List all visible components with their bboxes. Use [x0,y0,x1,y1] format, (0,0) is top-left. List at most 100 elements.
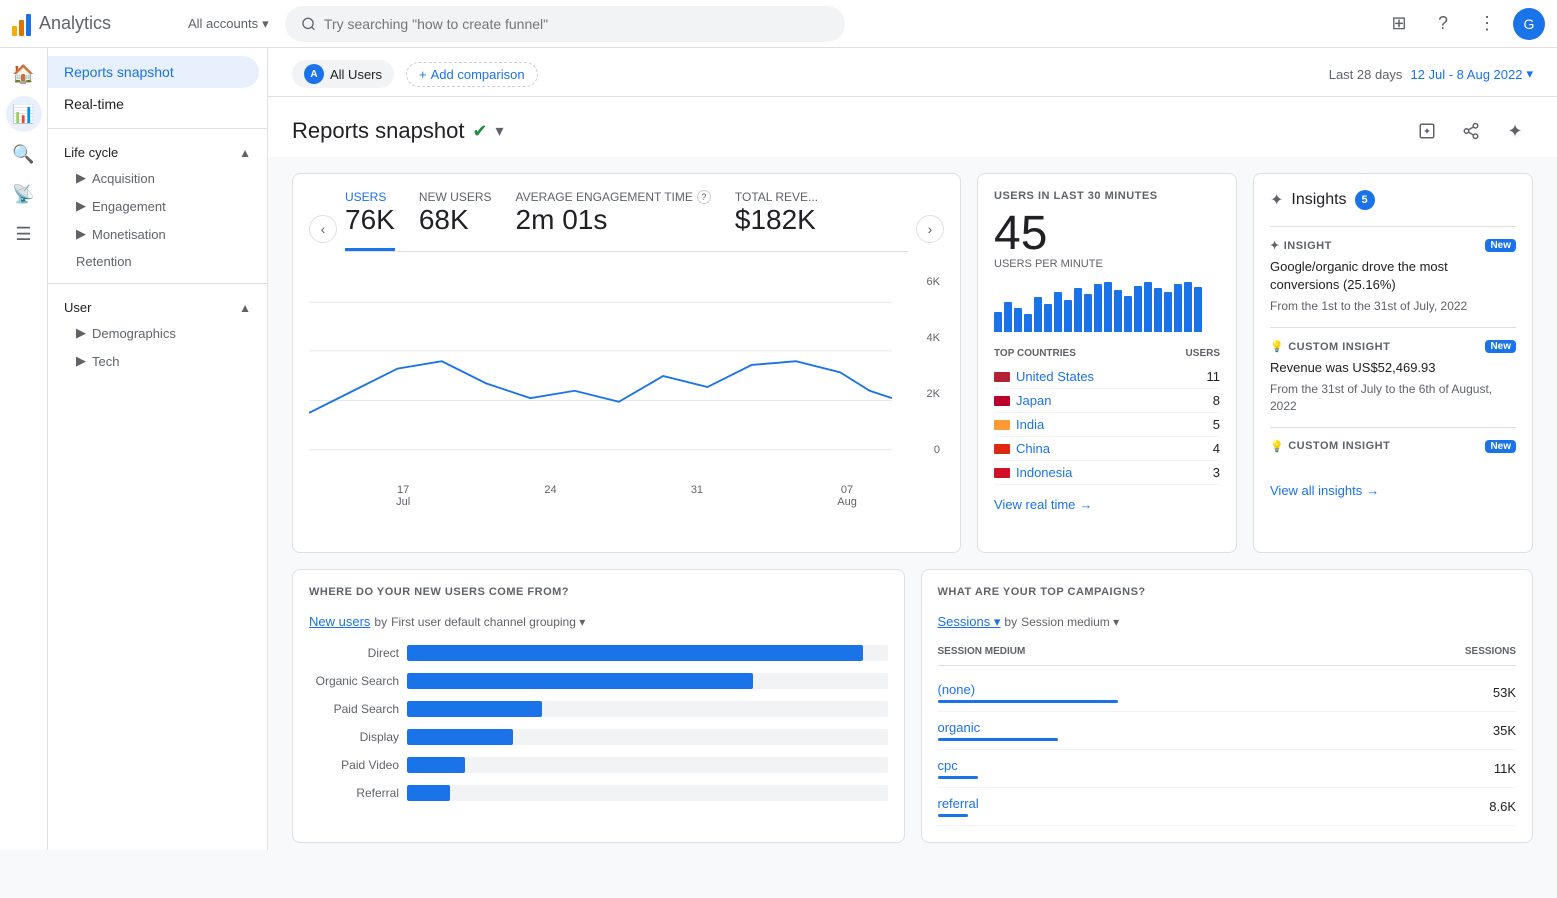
configure-icon[interactable]: ☰ [6,216,42,252]
mini-bar [1104,282,1112,332]
y-labels: 6K 4K 2K 0 [927,276,944,456]
sidebar-child-demographics[interactable]: ▶ Demographics [48,319,267,347]
insights-title: Insights [1291,191,1346,209]
insight-sub-0: From the 1st to the 31st of July, 2022 [1270,298,1516,315]
date-range-dropdown[interactable]: 12 Jul - 8 Aug 2022 ▾ [1410,66,1533,82]
mini-bar [1054,292,1062,332]
more-icon[interactable]: ⋮ [1469,6,1505,42]
display-bar [407,729,513,745]
metric-tab-engagement[interactable]: Average engagement time ? 2m 01s [516,190,711,251]
chevron-up-icon: ▲ [239,146,251,160]
advertising-icon[interactable]: 📡 [6,176,42,212]
view-all-insights-link[interactable]: View all insights → [1270,483,1516,498]
session-none-bar [938,700,1118,703]
sidebar-child-acquisition[interactable]: ▶ Acquisition [48,164,267,192]
all-users-chip[interactable]: A All Users [292,60,394,88]
x-label-07: 07Aug [837,484,857,508]
session-medium-header: SESSION MEDIUM [938,646,1026,657]
mini-bar [1164,292,1172,332]
help-icon[interactable]: ? [1425,6,1461,42]
new-badge-2: New [1485,440,1516,453]
mini-bar [1184,282,1192,332]
metric-tab-users-label: Users [345,190,395,204]
mini-bar [1134,286,1142,332]
session-cpc[interactable]: cpc [938,758,978,779]
acquisition-label: Acquisition [92,171,155,186]
avatar[interactable]: G [1513,8,1545,40]
insight-item-0: ✦ INSIGHT New Google/organic drove the m… [1270,226,1516,327]
metric-tab-users-value: 76K [345,204,395,236]
session-row-organic: organic 35K [938,712,1517,750]
sidebar-child-engagement[interactable]: ▶ Engagement [48,192,267,220]
search-input[interactable] [324,16,829,32]
session-cpc-count: 11K [1494,761,1516,776]
sidebar-child-monetisation[interactable]: ▶ Monetisation [48,220,267,248]
insight-text-1: Revenue was US$52,469.93 [1270,359,1516,377]
country-us[interactable]: United States [994,369,1094,384]
add-comparison-button[interactable]: + Add comparison [406,62,538,87]
by-label-2: by [1004,615,1017,629]
chart-prev-btn[interactable]: ‹ [309,215,337,243]
mini-bar [1084,294,1092,332]
new-users-label[interactable]: New users [309,614,370,629]
y-label-2k: 2K [927,388,940,400]
sidebar-item-reports-snapshot[interactable]: Reports snapshot [48,56,259,88]
metric-tab-revenue[interactable]: Total reve... $182K [735,190,818,251]
reports-icon[interactable]: 📊 [6,96,42,132]
mini-bar [1004,302,1012,332]
sidebar-item-realtime[interactable]: Real-time [48,88,259,120]
view-realtime-label: View real time [994,497,1075,512]
metric-tab-new-users[interactable]: New users 68K [419,190,492,251]
new-users-section-title: WHERE DO YOUR NEW USERS COME FROM? [309,586,888,598]
campaigns-subtitle: Sessions ▾ by Session medium ▾ [938,614,1517,630]
session-referral-bar [938,814,968,817]
search-bar[interactable] [285,6,845,42]
accounts-dropdown[interactable]: All accounts ▾ [180,12,277,36]
layout: 🏠 📊 🔍 📡 ☰ Reports snapshot Real-time Lif… [0,48,1557,850]
mini-bar [1064,300,1072,332]
campaigns-section-title: WHAT ARE YOUR TOP CAMPAIGNS? [938,586,1517,598]
sidebar-child-retention[interactable]: Retention [48,248,267,275]
home-icon[interactable]: 🏠 [6,56,42,92]
country-jp-count: 8 [1213,393,1220,408]
country-id-count: 3 [1213,465,1220,480]
grid-icon[interactable]: ⊞ [1381,6,1417,42]
country-id[interactable]: Indonesia [994,465,1072,480]
chart-next-btn[interactable]: › [916,215,944,243]
session-row-referral: referral 8.6K [938,788,1517,826]
country-in[interactable]: India [994,417,1044,432]
share-icon[interactable] [1453,113,1489,149]
metric-tab-users[interactable]: Users 76K [345,190,395,251]
sidebar-child-tech[interactable]: ▶ Tech [48,347,267,375]
sessions-label[interactable]: Sessions ▾ [938,614,1001,630]
channel-grouping-label[interactable]: First user default channel grouping ▾ [391,615,585,629]
add-to-report-icon[interactable] [1409,113,1445,149]
session-row-none: (none) 53K [938,674,1517,712]
view-realtime-link[interactable]: View real time → [994,497,1220,512]
h-bar-row-paid: Paid Search [309,701,888,717]
x-labels: 17Jul 24 31 07Aug [309,484,944,508]
explore-icon[interactable]: 🔍 [6,136,42,172]
sidebar-section-lifecycle[interactable]: Life cycle ▲ [48,137,267,164]
insight-item-1: 💡 CUSTOM INSIGHT New Revenue was US$52,4… [1270,327,1516,427]
country-table: TOP COUNTRIES USERS United States 11 [994,348,1220,485]
display-label: Display [309,730,399,744]
session-medium-label[interactable]: Session medium ▾ [1021,615,1119,629]
mini-bar [1154,288,1162,332]
insights-header: ✦ Insights 5 [1270,190,1516,210]
country-cn[interactable]: China [994,441,1050,456]
session-referral[interactable]: referral [938,796,979,817]
session-none[interactable]: (none) [938,682,1118,703]
x-label-17: 17Jul [396,484,410,508]
session-cpc-label: cpc [938,758,978,773]
paid-search-label: Paid Search [309,702,399,716]
top-nav: Analytics All accounts ▾ ⊞ ? ⋮ G [0,0,1557,48]
sidebar-section-user[interactable]: User ▲ [48,292,267,319]
bottom-section: WHERE DO YOUR NEW USERS COME FROM? New u… [268,569,1557,850]
date-range: Last 28 days 12 Jul - 8 Aug 2022 ▾ [1329,66,1533,82]
session-organic[interactable]: organic [938,720,1058,741]
title-dropdown-icon[interactable]: ▾ [496,121,504,141]
more-options-icon[interactable]: ✦ [1497,113,1533,149]
realtime-sub: USERS PER MINUTE [994,258,1220,270]
country-jp[interactable]: Japan [994,393,1051,408]
